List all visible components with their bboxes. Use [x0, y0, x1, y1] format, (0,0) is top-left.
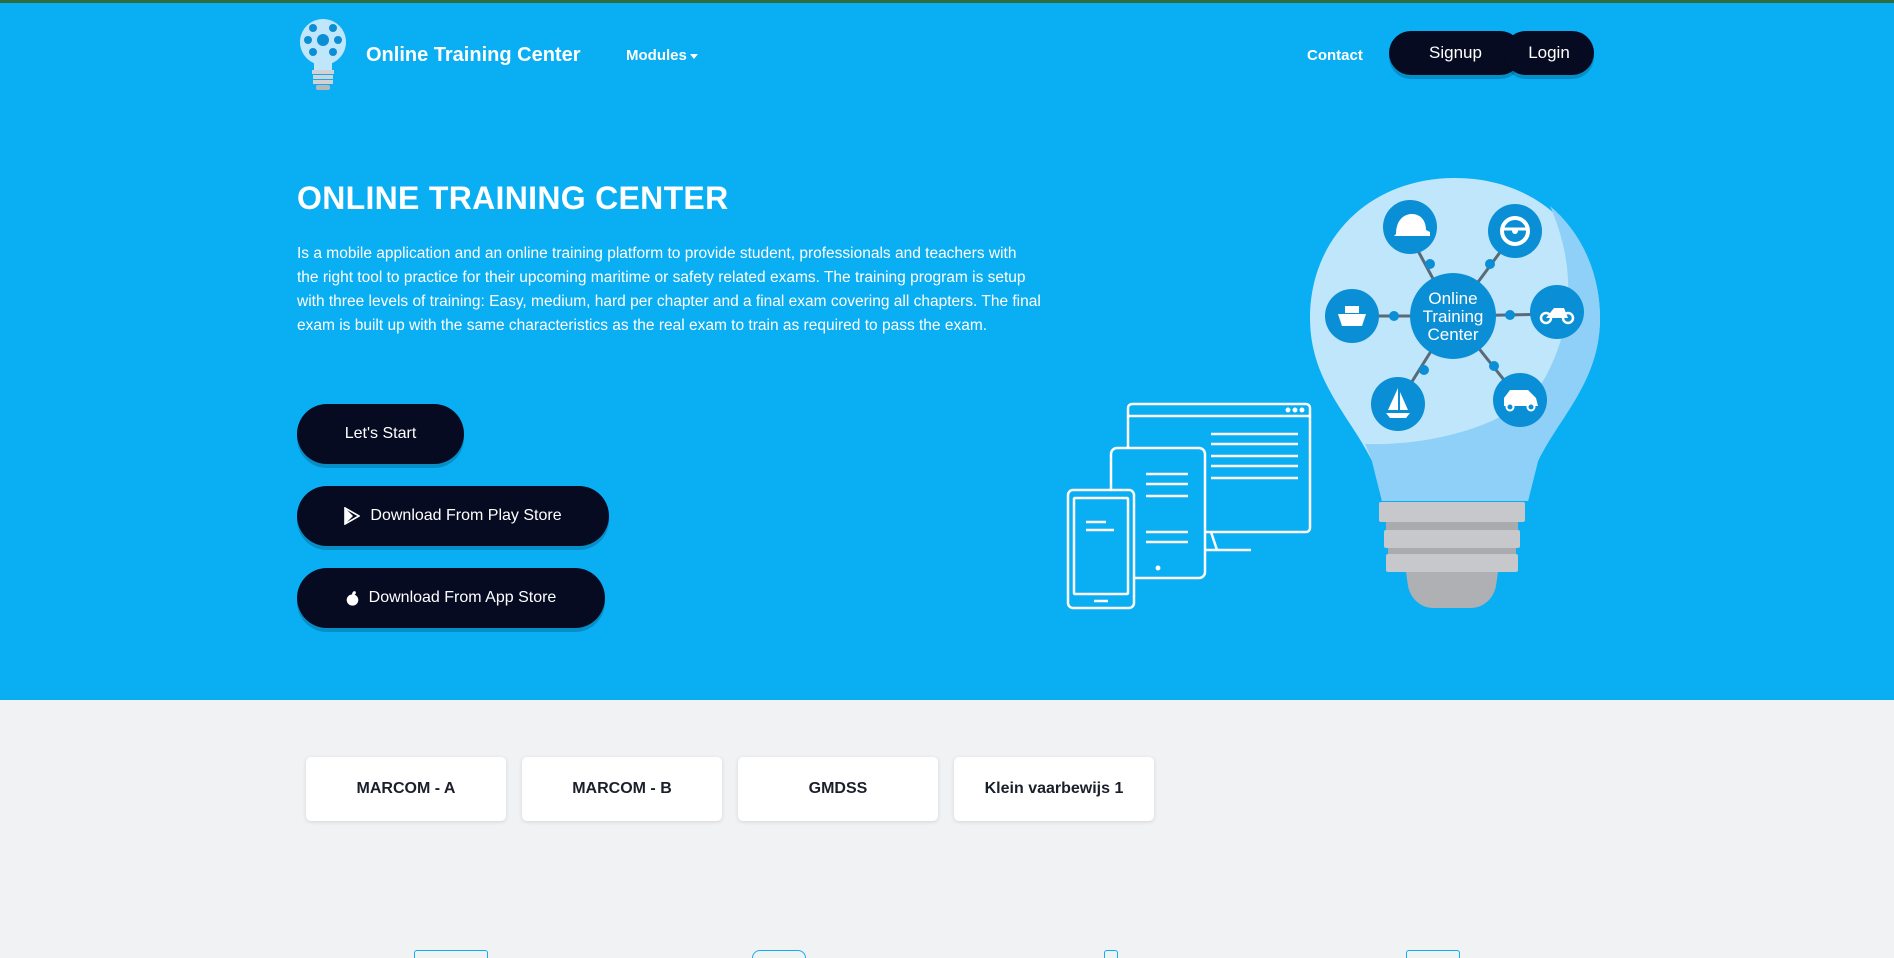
play-store-icon [344, 507, 361, 525]
feature-icon-peek [1104, 950, 1118, 958]
sailboat-icon [1371, 377, 1425, 431]
hero-description: Is a mobile application and an online tr… [297, 245, 1041, 334]
lightbulb-illustration: Online Training Center [1310, 176, 1610, 617]
module-card-marcom-b[interactable]: MARCOM - B [522, 757, 722, 821]
bulb-label-line3: Center [1427, 325, 1478, 344]
feature-icon-peek [414, 950, 488, 958]
brand-name[interactable]: Online Training Center [366, 44, 580, 67]
play-store-label: Download From Play Store [370, 507, 562, 524]
devices-illustration [1066, 402, 1316, 617]
login-button[interactable]: Login [1504, 31, 1594, 75]
feature-icon-peek [752, 950, 806, 958]
apple-icon [346, 590, 359, 606]
module-card-klein-vaarbewijs-1[interactable]: Klein vaarbewijs 1 [954, 757, 1154, 821]
module-card-marcom-a[interactable]: MARCOM - A [306, 757, 506, 821]
steering-wheel-icon [1488, 204, 1542, 258]
bulb-label-line1: Online [1428, 289, 1477, 308]
module-card-gmdss[interactable]: GMDSS [738, 757, 938, 821]
bulb-label-line2: Training [1423, 307, 1484, 326]
helmet-icon [1383, 200, 1437, 254]
lets-start-label: Let's Start [344, 425, 417, 442]
app-store-button[interactable]: Download From App Store [297, 568, 605, 628]
app-store-label: Download From App Store [368, 589, 557, 606]
car-icon [1493, 373, 1547, 427]
ship-icon [1325, 289, 1379, 343]
nav-modules-label: Modules [626, 47, 687, 64]
motorbike-icon [1530, 285, 1584, 339]
feature-icon-peek [1406, 950, 1460, 958]
play-store-button[interactable]: Download From Play Store [297, 486, 609, 546]
signup-button[interactable]: Signup [1389, 31, 1522, 75]
hero-title: ONLINE TRAINING CENTER [297, 180, 729, 216]
nav-modules-dropdown[interactable]: Modules [626, 47, 698, 64]
lets-start-button[interactable]: Let's Start [297, 404, 464, 464]
caret-down-icon [689, 53, 698, 59]
nav-contact-link[interactable]: Contact [1307, 47, 1363, 64]
lightbulb-logo-icon[interactable] [297, 16, 349, 96]
